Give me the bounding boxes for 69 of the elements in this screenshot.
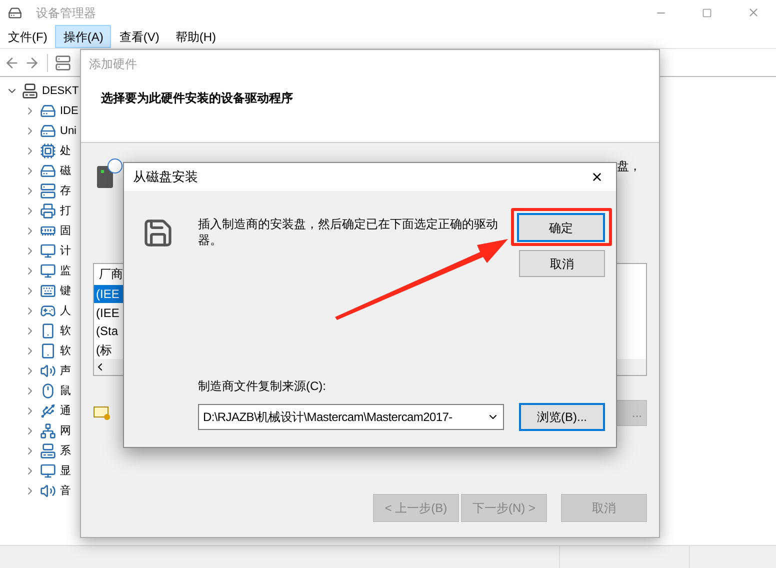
storage-icon — [40, 183, 56, 199]
menu-item[interactable]: 操作(A) — [55, 25, 112, 48]
speaker-icon — [40, 483, 56, 499]
chip-icon — [40, 143, 56, 159]
usb-icon — [40, 403, 56, 419]
menu-item[interactable]: 文件(F) — [0, 25, 56, 48]
tree-item[interactable]: 计 — [60, 242, 71, 260]
tree-item[interactable]: 软 — [60, 322, 71, 340]
wizard-title: 添加硬件 — [89, 56, 137, 73]
keyboard-icon — [40, 283, 56, 299]
tree-item[interactable]: 系 — [60, 442, 71, 460]
list-item[interactable]: (Sta — [94, 322, 123, 340]
computer-icon — [40, 443, 56, 459]
tree-item[interactable]: 显 — [60, 462, 71, 480]
drive-icon — [40, 103, 56, 119]
tree-item[interactable]: 磁 — [60, 162, 71, 180]
column-header[interactable]: 厂商 — [99, 265, 123, 284]
tree-item[interactable]: 鼠 — [60, 382, 71, 400]
tree-item[interactable]: DESKT — [42, 82, 79, 100]
close-button[interactable]: × — [584, 165, 610, 189]
window-title: 设备管理器 — [36, 4, 96, 22]
dialog-title: 从磁盘安装 — [133, 168, 198, 186]
tree-item[interactable]: 网 — [60, 422, 71, 440]
drive-icon — [40, 123, 56, 139]
computer-icon — [22, 83, 38, 99]
tree-item[interactable]: Uni — [60, 122, 77, 140]
tree-item[interactable]: 音 — [60, 482, 71, 500]
network-icon — [40, 423, 56, 439]
monitor-icon — [40, 243, 56, 259]
list-item[interactable]: (标 — [94, 340, 123, 360]
device-icon — [40, 343, 56, 359]
instruction-text: 盘， — [617, 158, 641, 175]
tree-item[interactable]: 声 — [60, 362, 71, 380]
tree-item[interactable]: 人 — [60, 302, 71, 320]
tree-item[interactable]: 存 — [60, 182, 71, 200]
menu-item[interactable]: 查看(V) — [111, 25, 168, 48]
list-item[interactable]: (IEE — [94, 303, 123, 322]
speaker-icon — [40, 363, 56, 379]
source-label: 制造商文件复制来源(C): — [198, 378, 327, 395]
cancel-button[interactable]: 取消 — [519, 250, 605, 277]
mouse-icon — [40, 383, 56, 399]
properties-icon[interactable] — [55, 54, 71, 70]
tree-item[interactable]: 监 — [60, 262, 71, 280]
drive-icon — [40, 163, 56, 179]
forward-icon[interactable] — [24, 54, 40, 70]
tree-item[interactable]: 打 — [60, 202, 71, 220]
menu-item[interactable]: 帮助(H) — [167, 25, 224, 48]
printer-icon — [40, 203, 56, 219]
back-icon[interactable] — [4, 54, 20, 70]
certificate-icon — [93, 405, 111, 421]
gamepad-icon — [40, 303, 56, 319]
source-combo-box[interactable]: D:\RJAZB\机械设计\Mastercam\Mastercam2017- — [198, 404, 504, 430]
wizard-heading: 选择要为此硬件安装的设备驱动程序 — [101, 91, 293, 105]
close-icon — [746, 6, 760, 19]
list-item[interactable]: (IEE — [94, 284, 123, 304]
device-icon — [40, 323, 56, 339]
tree-item[interactable]: 处 — [60, 142, 71, 160]
browse-button[interactable]: 浏览(B)... — [519, 403, 605, 431]
device-manager-icon — [8, 6, 22, 20]
ok-button[interactable]: 确定 — [517, 213, 605, 242]
tree-item[interactable]: 通 — [60, 402, 71, 420]
monitor-icon — [40, 263, 56, 279]
tree-item[interactable]: 软 — [60, 342, 71, 360]
tree-item[interactable]: 键 — [60, 282, 71, 300]
monitor-icon — [40, 463, 56, 479]
maximize-icon — [702, 8, 712, 18]
tree-item[interactable]: IDE — [60, 102, 78, 120]
tree-item[interactable]: 固 — [60, 222, 71, 240]
dialog-message: 插入制造商的安装盘，然后确定已在下面选定正确的驱动器。 — [198, 216, 499, 249]
